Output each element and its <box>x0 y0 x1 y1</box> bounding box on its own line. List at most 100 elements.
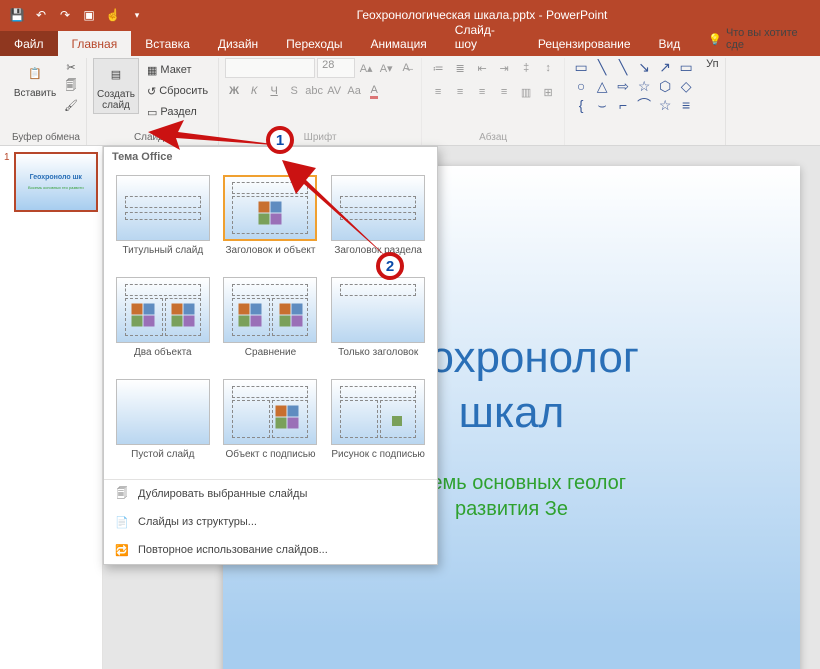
bulb-icon: 💡 <box>708 33 722 46</box>
cut-icon[interactable]: ✂ <box>62 58 80 76</box>
group-slides-label: Слайды <box>134 130 171 145</box>
new-slide-gallery: Тема Office Титульный слайд Заголовок и … <box>103 146 438 565</box>
tab-animations[interactable]: Анимация <box>356 31 440 56</box>
section-button[interactable]: ▭Раздел <box>143 102 212 122</box>
annotation-badge-1: 1 <box>266 126 294 154</box>
case-icon[interactable]: Aa <box>345 82 363 100</box>
font-color-icon[interactable]: A <box>365 82 383 100</box>
layout-picture-caption[interactable]: Рисунок с подписью <box>329 379 427 471</box>
bold-icon[interactable]: Ж <box>225 82 243 100</box>
slide-number: 1 <box>4 152 10 163</box>
shape-more-icon[interactable]: ☆ <box>655 96 675 114</box>
shape-hex-icon[interactable]: ⬡ <box>655 77 675 95</box>
group-font-label: Шрифт <box>304 130 337 145</box>
reuse-icon: 🔁 <box>114 542 130 558</box>
indent-dec-icon[interactable]: ⇤ <box>472 58 492 78</box>
layout-two-content[interactable]: Два объекта <box>114 277 212 369</box>
strike-icon[interactable]: S <box>285 82 303 100</box>
arrange-label[interactable]: Уп <box>706 58 718 70</box>
qat-more-icon[interactable]: ▾ <box>126 4 148 26</box>
layout-icon: ▦ <box>147 64 157 77</box>
shape-textbox-icon[interactable]: ▭ <box>571 58 591 76</box>
align-left-icon[interactable]: ≡ <box>428 82 448 102</box>
undo-icon[interactable]: ↶ <box>30 4 52 26</box>
shapes-gallery[interactable]: ▭╲╲↘↗▭ ○△⇨☆⬡◇ {⌣⌐⌒☆≡ <box>571 58 696 114</box>
shape-eq-icon[interactable]: ≡ <box>676 96 696 114</box>
justify-icon[interactable]: ≡ <box>494 82 514 102</box>
shape-conn-icon[interactable]: ⌐ <box>613 96 633 114</box>
shadow-icon[interactable]: abc <box>305 82 323 100</box>
copy-icon[interactable]: 🗐 <box>62 77 80 95</box>
tab-review[interactable]: Рецензирование <box>524 31 645 56</box>
shape-diam-icon[interactable]: ◇ <box>676 77 696 95</box>
new-slide-icon: ▤ <box>101 61 131 87</box>
layout-title-only[interactable]: Только заголовок <box>329 277 427 369</box>
align-center-icon[interactable]: ≡ <box>450 82 470 102</box>
start-from-beginning-icon[interactable]: ▣ <box>78 4 100 26</box>
shape-line2-icon[interactable]: ╲ <box>613 58 633 76</box>
smartart-icon[interactable]: ⊞ <box>538 82 558 102</box>
shape-star-icon[interactable]: ☆ <box>634 77 654 95</box>
shape-brace-icon[interactable]: { <box>571 96 591 114</box>
group-paragraph-label: Абзац <box>479 130 507 145</box>
shape-arrow-icon[interactable]: ↘ <box>634 58 654 76</box>
spacing-icon[interactable]: AV <box>325 82 343 100</box>
tell-me[interactable]: 💡Что вы хотите сде <box>694 21 820 56</box>
layout-content-caption[interactable]: Объект с подписью <box>222 379 320 471</box>
duplicate-slides[interactable]: 🗐Дублировать выбранные слайды <box>104 480 437 508</box>
tab-view[interactable]: Вид <box>645 31 695 56</box>
thumbnail-pane[interactable]: 1 Геохроноло шк Восемь основных гео разв… <box>0 146 103 669</box>
shape-tri-icon[interactable]: △ <box>592 77 612 95</box>
layout-title-content[interactable]: Заголовок и объект <box>222 175 320 267</box>
shape-arc-icon[interactable]: ⌒ <box>634 96 654 114</box>
font-name-combo[interactable] <box>225 58 315 78</box>
touch-mode-icon[interactable]: ☝ <box>102 4 124 26</box>
paste-button[interactable]: 📋 Вставить <box>12 58 58 101</box>
clipboard-icon: 📋 <box>20 60 50 86</box>
layout-blank[interactable]: Пустой слайд <box>114 379 212 471</box>
shape-line-icon[interactable]: ╲ <box>592 58 612 76</box>
bullets-icon[interactable]: ≔ <box>428 58 448 78</box>
tab-slideshow[interactable]: Слайд-шоу <box>441 17 524 56</box>
section-icon: ▭ <box>147 106 157 119</box>
align-right-icon[interactable]: ≡ <box>472 82 492 102</box>
clear-format-icon[interactable]: A̶ <box>397 59 415 77</box>
shape-oval-icon[interactable]: ○ <box>571 77 591 95</box>
slide-thumbnail-1[interactable]: Геохроноло шк Восемь основных гео развит… <box>14 152 98 212</box>
line-spacing-icon[interactable]: ‡ <box>516 58 536 78</box>
font-size-combo[interactable]: 28 <box>317 58 355 78</box>
shape-arrow2-icon[interactable]: ↗ <box>655 58 675 76</box>
shape-arrowr-icon[interactable]: ⇨ <box>613 77 633 95</box>
italic-icon[interactable]: К <box>245 82 263 100</box>
grow-font-icon[interactable]: A▴ <box>357 59 375 77</box>
layout-comparison[interactable]: Сравнение <box>222 277 320 369</box>
reset-button[interactable]: ↺Сбросить <box>143 81 212 101</box>
ribbon: 📋 Вставить ✂ 🗐 🖌 Буфер обмена ▤ Создать … <box>0 56 820 146</box>
redo-icon[interactable]: ↷ <box>54 4 76 26</box>
tab-transitions[interactable]: Переходы <box>272 31 356 56</box>
save-icon[interactable]: 💾 <box>6 4 28 26</box>
tab-insert[interactable]: Вставка <box>131 31 204 56</box>
tab-home[interactable]: Главная <box>58 31 132 56</box>
tab-file[interactable]: Файл <box>0 31 58 56</box>
numbering-icon[interactable]: ≣ <box>450 58 470 78</box>
underline-icon[interactable]: Ч <box>265 82 283 100</box>
shape-rect-icon[interactable]: ▭ <box>676 58 696 76</box>
layout-button[interactable]: ▦Макет <box>143 60 212 80</box>
shrink-font-icon[interactable]: A▾ <box>377 59 395 77</box>
new-slide-button[interactable]: ▤ Создать слайд <box>93 58 139 114</box>
shape-curve-icon[interactable]: ⌣ <box>592 96 612 114</box>
reset-icon: ↺ <box>147 85 156 98</box>
group-clipboard-label: Буфер обмена <box>12 130 80 145</box>
duplicate-icon: 🗐 <box>114 486 130 502</box>
slides-from-outline[interactable]: 📄Слайды из структуры... <box>104 508 437 536</box>
indent-inc-icon[interactable]: ⇥ <box>494 58 514 78</box>
tab-design[interactable]: Дизайн <box>204 31 272 56</box>
layout-title-slide[interactable]: Титульный слайд <box>114 175 212 267</box>
outline-icon: 📄 <box>114 514 130 530</box>
columns-icon[interactable]: ▥ <box>516 82 536 102</box>
text-direction-icon[interactable]: ↕ <box>538 58 558 78</box>
reuse-slides[interactable]: 🔁Повторное использование слайдов... <box>104 536 437 564</box>
layout-section-header[interactable]: Заголовок раздела <box>329 175 427 267</box>
format-painter-icon[interactable]: 🖌 <box>62 96 80 114</box>
